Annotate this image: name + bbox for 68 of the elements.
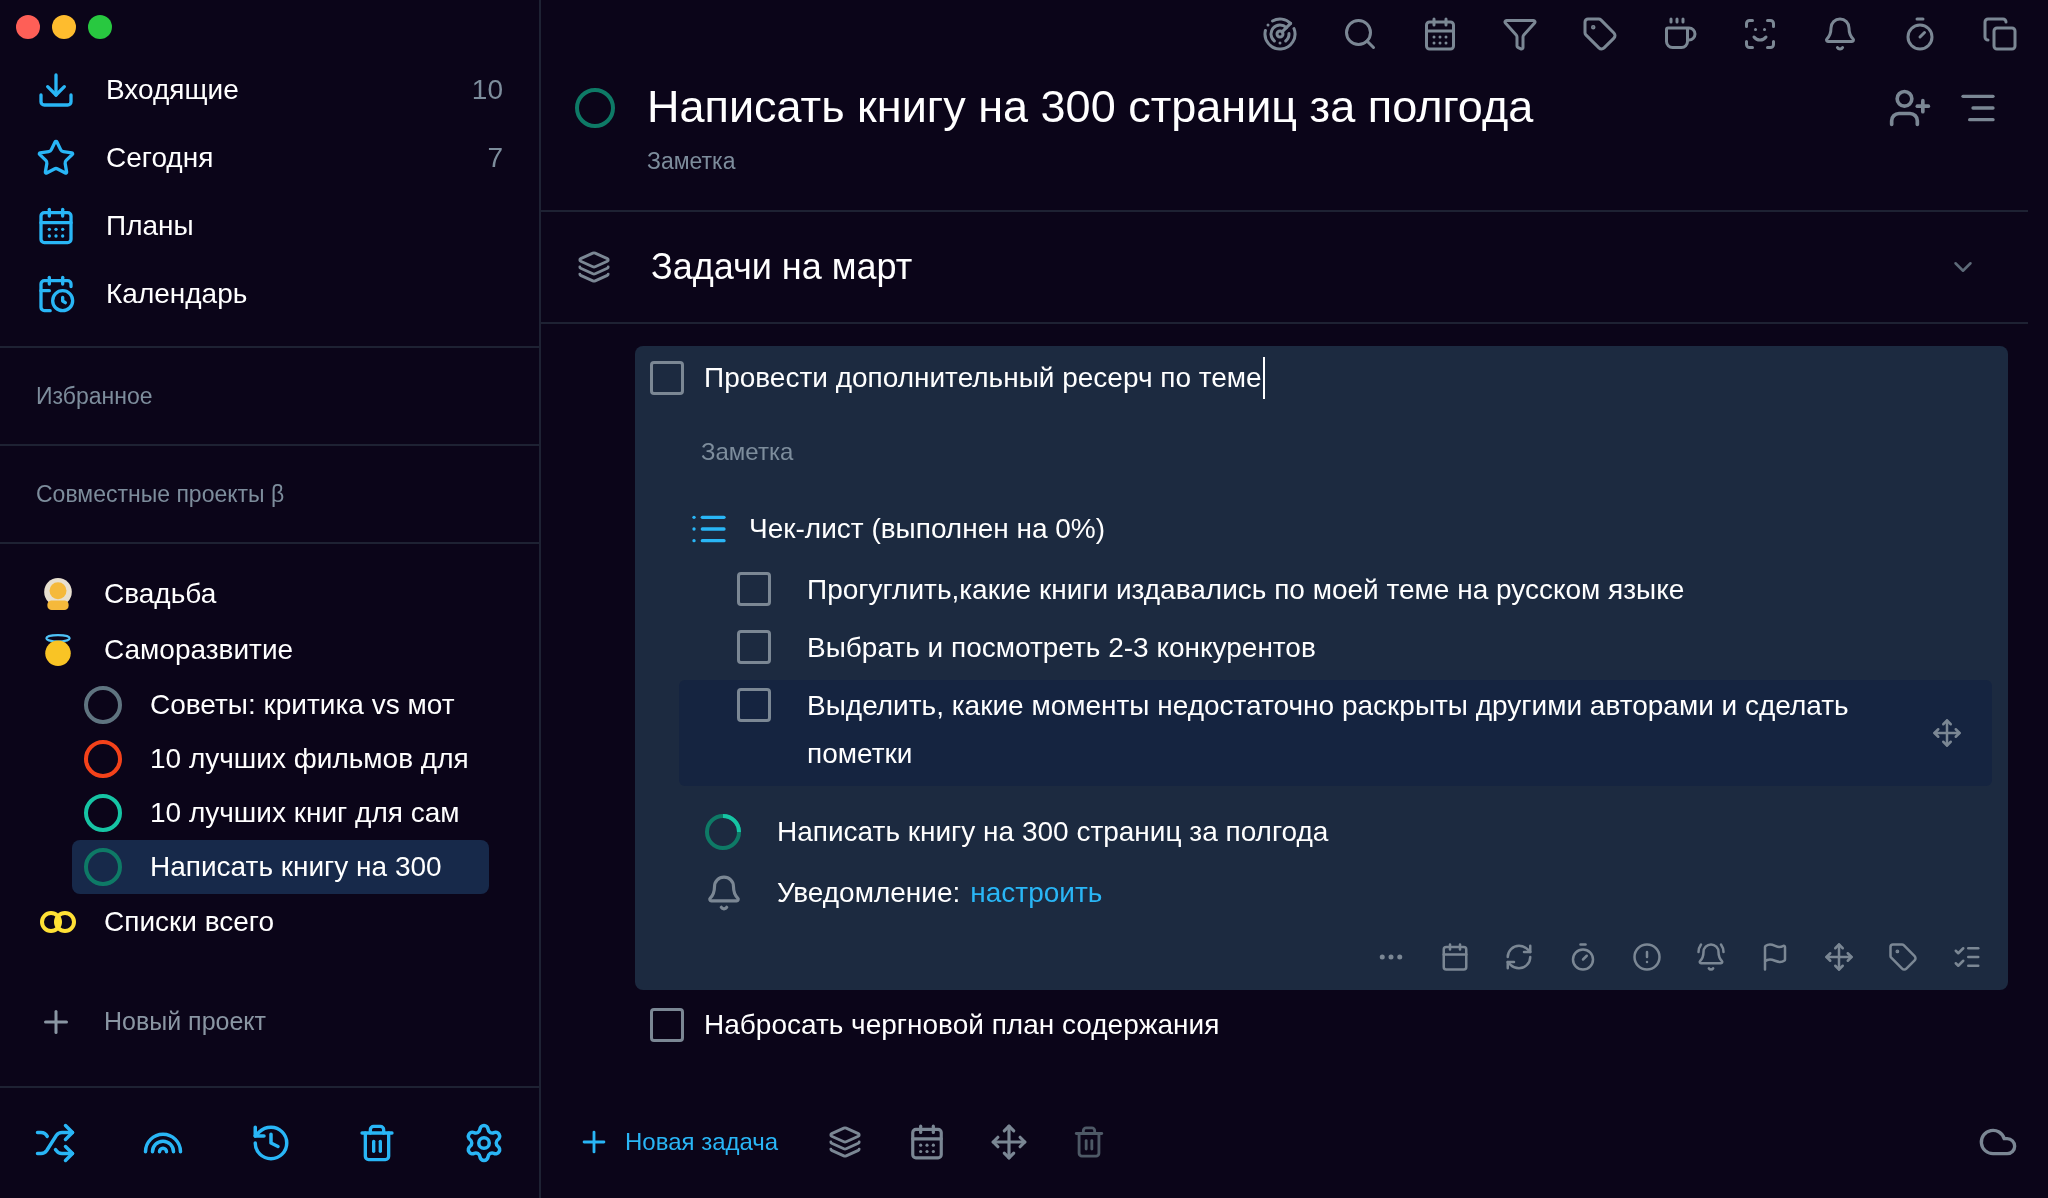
sidebar-item[interactable]: Входящие 10 xyxy=(0,56,539,124)
new-task-button[interactable]: Новая задача xyxy=(577,1124,779,1160)
bell-icon xyxy=(705,874,743,912)
notification-label: Уведомление: xyxy=(777,876,961,910)
reminder-icon[interactable] xyxy=(1696,942,1726,972)
filter-icon[interactable] xyxy=(1502,16,1538,52)
checklist-row[interactable]: Выбрать и посмотреть 2-3 конкурентов xyxy=(679,622,1992,680)
repeat-icon[interactable] xyxy=(1504,942,1534,972)
person-icon xyxy=(41,577,75,611)
tag-icon[interactable] xyxy=(1582,16,1618,52)
bell-icon[interactable] xyxy=(1822,16,1858,52)
minimize-button[interactable] xyxy=(52,15,76,39)
sidebar-item[interactable]: Планы xyxy=(0,192,539,260)
task-row[interactable]: Набросать чергновой план содержания xyxy=(635,992,2008,1058)
notification-link[interactable]: настроить xyxy=(970,872,1103,914)
project-item[interactable]: Списки всего xyxy=(0,894,539,950)
checklist-item-text[interactable]: Прогуглить,какие книги издавались по моей теме на русском языке xyxy=(807,566,1962,614)
project-item[interactable]: Советы: критика vs мот xyxy=(72,678,489,732)
radar-icon[interactable] xyxy=(1262,16,1298,52)
zoom-button[interactable] xyxy=(88,15,112,39)
move-icon[interactable] xyxy=(990,1123,1029,1161)
project-item[interactable]: Написать книгу на 300 xyxy=(72,840,489,894)
project-item[interactable]: 10 лучших книг для сам xyxy=(72,786,489,840)
cup-icon[interactable] xyxy=(1662,16,1698,52)
calendar-icon[interactable] xyxy=(1422,16,1458,52)
project-item[interactable]: Саморазвитие xyxy=(0,622,539,678)
shuffle-icon[interactable] xyxy=(34,1122,76,1164)
sidebar-item[interactable]: Календарь xyxy=(0,260,539,328)
project-title: Написать книгу на 300 страниц за полгода xyxy=(647,80,1535,134)
project-item[interactable]: Свадьба xyxy=(0,566,539,622)
tag-icon[interactable] xyxy=(1888,942,1918,972)
search-icon[interactable] xyxy=(1342,16,1378,52)
priority-icon[interactable] xyxy=(1632,942,1662,972)
checklist-checkbox[interactable] xyxy=(737,630,771,664)
new-project-button[interactable]: Новый проект xyxy=(0,994,539,1050)
copy-icon[interactable] xyxy=(1982,16,2018,52)
note-placeholder[interactable]: Заметка xyxy=(701,434,2008,470)
checklist-item-text[interactable]: Выделить, какие моменты недостаточно раскрыты другими авторами и сделать пометки xyxy=(807,682,1932,778)
section-header: Совместные проекты β xyxy=(36,479,285,509)
move-icon[interactable] xyxy=(1824,942,1854,972)
linked-project[interactable]: Написать книгу на 300 страниц за полгода xyxy=(777,811,1329,853)
progress-ring-icon xyxy=(703,812,743,852)
checklist-title: Чек-лист (выполнен на 0%) xyxy=(749,512,1106,546)
checklist-checkbox[interactable] xyxy=(737,572,771,606)
item-count: 10 xyxy=(471,73,503,107)
checklist-row[interactable]: Прогуглить,какие книги издавались по моей теме на русском языке xyxy=(679,564,1992,622)
checklist-item-text[interactable]: Выбрать и посмотреть 2-3 конкурентов xyxy=(807,624,1962,672)
note-placeholder[interactable]: Заметка xyxy=(647,144,1888,179)
task-checkbox[interactable] xyxy=(650,361,684,395)
item-count: 7 xyxy=(487,141,503,175)
task-checkbox[interactable] xyxy=(650,1008,684,1042)
calendar-icon xyxy=(36,206,76,246)
section-header: Избранное xyxy=(36,381,153,411)
calendar-icon[interactable] xyxy=(1440,942,1470,972)
section-header[interactable]: Задачи на март xyxy=(541,212,2028,324)
layers-icon[interactable] xyxy=(828,1125,863,1159)
rings-icon xyxy=(38,909,78,935)
star-icon xyxy=(36,138,76,178)
task-title-field[interactable]: Провести дополнительный ресерч по теме xyxy=(704,357,1265,399)
project-item[interactable]: 10 лучших фильмов для xyxy=(72,732,489,786)
calendar-clock-icon xyxy=(36,274,76,314)
sidebar-item[interactable]: Сегодня 7 xyxy=(0,124,539,192)
checklist-checkbox[interactable] xyxy=(737,688,771,722)
layers-icon xyxy=(577,250,611,284)
checklist-row[interactable]: Выделить, какие моменты недостаточно раскрыты другими авторами и сделать пометки xyxy=(679,680,1992,786)
inbox-icon xyxy=(36,70,76,110)
close-button[interactable] xyxy=(16,15,40,39)
drag-handle-icon[interactable] xyxy=(1932,718,1962,748)
